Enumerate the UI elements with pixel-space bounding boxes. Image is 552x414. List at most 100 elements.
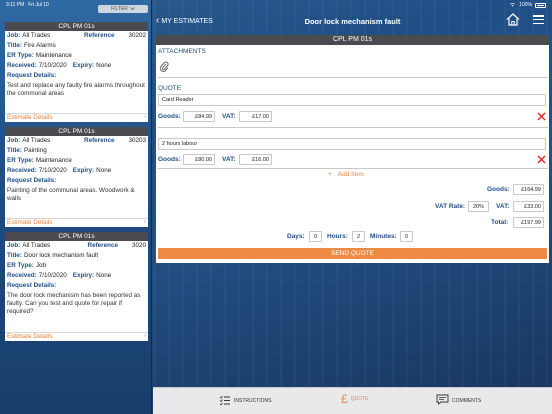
- received-label: Received:: [7, 62, 37, 69]
- job-value: All Trades: [22, 32, 51, 39]
- tab-instructions[interactable]: INSTRUCTIONS: [219, 395, 272, 407]
- status-date: Fri Jul 10: [28, 2, 49, 8]
- title-value: Fire Alarms: [23, 42, 56, 49]
- divider: [158, 77, 548, 78]
- chevron-right-icon: ›: [144, 333, 146, 340]
- vat-input[interactable]: £17.00: [239, 111, 272, 122]
- total-goods-value: £164.99: [513, 184, 544, 195]
- back-button[interactable]: ‹ MY ESTIMATES: [156, 16, 213, 26]
- job-value: All Trades: [22, 137, 51, 144]
- total-goods-label: Goods:: [487, 186, 510, 193]
- bottom-tab-bar: INSTRUCTIONS £ QUOTE COMMENTS: [153, 387, 552, 414]
- er-type-value: Maintenance: [35, 52, 72, 59]
- list-icon: [219, 395, 231, 407]
- minutes-label: Minutes:: [370, 233, 397, 240]
- received-label: Received:: [7, 167, 37, 174]
- goods-label: Goods:: [158, 113, 181, 120]
- title-label: Title:: [7, 42, 22, 49]
- tab-quote[interactable]: £ QUOTE: [341, 393, 368, 405]
- received-value: 7/10/2020: [38, 272, 67, 279]
- delete-item-icon[interactable]: [537, 155, 546, 164]
- grand-total-value: £197.99: [513, 217, 544, 228]
- divider: [158, 168, 548, 169]
- tab-comments[interactable]: COMMENTS: [436, 394, 481, 407]
- estimates-list-panel: FILTER CPL PM 01s Job: All Trades Refere…: [0, 0, 152, 414]
- quote-panel: CPL PM 01s ATTACHMENTS QUOTE Card Reader…: [156, 35, 549, 263]
- reference-label: Reference: [84, 32, 115, 39]
- request-details-text: Painting of the communal areas. Woodwork…: [7, 187, 135, 203]
- home-icon[interactable]: [506, 13, 520, 26]
- goods-input[interactable]: £80.00: [183, 154, 215, 165]
- chat-icon: [436, 394, 449, 407]
- job-label: Job:: [7, 137, 21, 144]
- reference-value: 30202: [128, 32, 146, 39]
- chevron-left-icon: ‹: [156, 15, 160, 26]
- estimate-details-label: Estimate Details: [7, 114, 53, 122]
- job-label: Job:: [7, 242, 21, 249]
- request-details-label: Request Details:: [7, 177, 57, 184]
- expiry-label: Expiry:: [72, 272, 95, 279]
- tab-label: COMMENTS: [452, 397, 482, 404]
- attachments-label: ATTACHMENTS: [158, 48, 206, 55]
- pound-icon: £: [341, 392, 348, 406]
- estimate-details-link[interactable]: Estimate Details ›: [5, 218, 148, 227]
- received-value: 7/10/2020: [38, 62, 67, 69]
- vat-rate-label: VAT Rate:: [435, 203, 466, 210]
- hours-label: Hours:: [327, 233, 348, 240]
- send-quote-button[interactable]: SEND QUOTE: [158, 248, 547, 259]
- expiry-value: None: [96, 62, 112, 69]
- er-type-label: ER Type:: [7, 262, 34, 269]
- goods-label: Goods:: [158, 156, 181, 163]
- minutes-input[interactable]: 0: [400, 231, 413, 242]
- delete-item-icon[interactable]: [537, 112, 546, 121]
- estimate-card[interactable]: CPL PM 01s Job: All Trades Reference 302…: [5, 232, 148, 341]
- paperclip-icon[interactable]: [159, 61, 169, 72]
- days-input[interactable]: 0: [309, 231, 322, 242]
- estimate-card[interactable]: CPL PM 01s Job: All Trades Reference 302…: [5, 22, 148, 122]
- quote-label: QUOTE: [158, 85, 182, 92]
- estimate-details-link[interactable]: Estimate Details ›: [5, 113, 148, 122]
- expiry-label: Expiry:: [72, 167, 95, 174]
- expiry-value: None: [96, 167, 112, 174]
- status-time: 3:11 PM: [6, 2, 25, 8]
- job-value: All Trades: [22, 242, 51, 249]
- reference-value: 30203: [128, 137, 146, 144]
- er-type-label: ER Type:: [7, 157, 34, 164]
- vat-input[interactable]: £16.00: [239, 154, 272, 165]
- reference-label: Reference: [84, 137, 115, 144]
- request-details-text: Test and replace any faulty fire alarms …: [7, 82, 145, 98]
- request-details-label: Request Details:: [7, 72, 57, 79]
- estimate-card[interactable]: CPL PM 01s Job: All Trades Reference 302…: [5, 127, 148, 227]
- grand-total-label: Total:: [491, 219, 509, 226]
- request-details-text: The door lock mechanism has been reporte…: [7, 292, 141, 316]
- add-item-button[interactable]: + Add Item: [328, 171, 364, 178]
- er-type-value: Maintenance: [35, 157, 72, 164]
- back-label: MY ESTIMATES: [161, 17, 213, 25]
- tab-label: INSTRUCTIONS: [234, 398, 272, 404]
- title-value: Door lock mechanism fault: [23, 252, 99, 259]
- days-label: Days:: [287, 233, 305, 240]
- panel-header: CPL PM 01s: [156, 35, 549, 45]
- request-details-label: Request Details:: [7, 282, 57, 289]
- item-description-input[interactable]: 2 hours labour: [158, 138, 546, 150]
- er-type-value: Job: [35, 262, 46, 269]
- card-header: CPL PM 01s: [5, 232, 148, 241]
- vat-label: VAT:: [222, 156, 236, 163]
- wifi-icon: [509, 2, 516, 9]
- estimate-details-label: Estimate Details: [7, 333, 53, 341]
- goods-input[interactable]: £84.99: [183, 111, 215, 122]
- title-label: Title:: [7, 252, 22, 259]
- estimate-details-link[interactable]: Estimate Details ›: [5, 332, 148, 341]
- vat-rate-input[interactable]: 20%: [468, 201, 489, 212]
- battery-icon: [535, 2, 546, 8]
- title-value: Painting: [23, 147, 47, 154]
- battery-percent: 100%: [519, 2, 532, 8]
- hours-input[interactable]: 2: [352, 231, 365, 242]
- card-header: CPL PM 01s: [5, 127, 148, 136]
- total-vat-value: £33.00: [513, 201, 544, 212]
- chevron-right-icon: ›: [144, 114, 146, 121]
- card-header: CPL PM 01s: [5, 22, 148, 31]
- item-description-input[interactable]: Card Reader: [158, 94, 546, 106]
- divider: [158, 127, 548, 128]
- hamburger-menu-icon[interactable]: [533, 15, 544, 25]
